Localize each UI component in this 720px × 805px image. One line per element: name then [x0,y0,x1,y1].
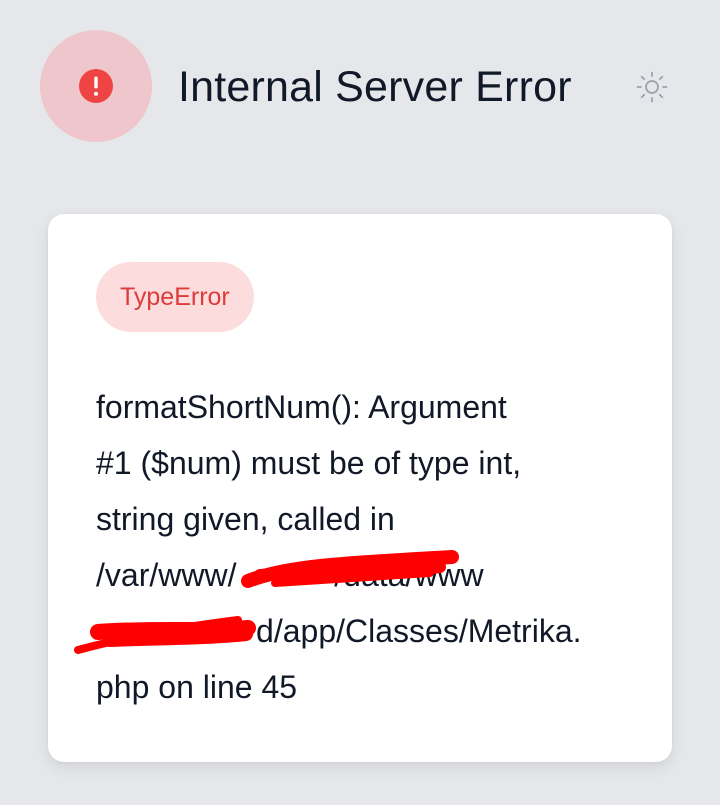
error-message-line: string given, called in [96,501,395,537]
error-message-line: d/app/Classes/Metrika. [96,613,582,649]
sun-icon [636,71,668,103]
theme-toggle-button[interactable] [633,68,671,106]
error-message-line: php on line 45 [96,669,298,705]
error-message-line: formatShortNum(): Argument [96,389,507,425]
page-title: Internal Server Error [178,63,572,111]
error-status-circle [40,30,152,142]
error-message: formatShortNum(): Argument #1 ($num) must… [96,379,636,715]
error-message-line: /var/www/ /data/www [96,557,484,593]
error-message-line: #1 ($num) must be of type int, [96,445,522,481]
error-type-badge: TypeError [96,262,254,332]
exclamation-circle-icon [79,69,113,103]
error-message-text: formatShortNum(): Argument #1 ($num) must… [96,379,636,715]
error-card: TypeError formatShortNum(): Argument #1 (… [48,214,672,762]
